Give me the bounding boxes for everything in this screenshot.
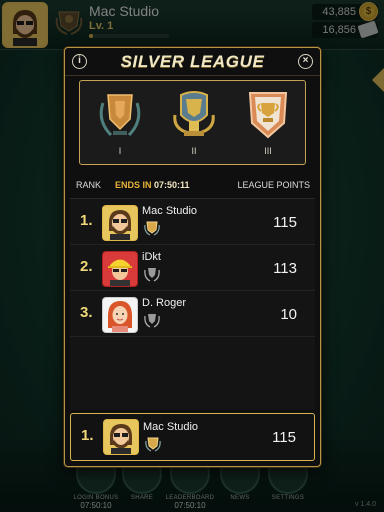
rank-number: 3. <box>80 304 93 321</box>
player-points: 113 <box>273 260 297 277</box>
league-modal: i SILVER LEAGUE × I II III RANK ENDS IN … <box>64 47 321 467</box>
modal-title: SILVER LEAGUE <box>120 52 265 71</box>
close-icon[interactable]: × <box>298 54 313 69</box>
player-name: iDkt <box>142 251 161 263</box>
tier-3[interactable]: III <box>238 85 298 156</box>
leaderboard-list[interactable]: 1. Mac Studio 115 2. iDkt 113 3. D. Roge… <box>70 198 315 410</box>
gold-trophy-icon <box>144 221 160 236</box>
player-points: 10 <box>280 306 297 323</box>
rank-number: 1. <box>80 212 93 229</box>
tier-2[interactable]: II <box>164 85 224 156</box>
tier-label: I <box>118 146 122 156</box>
ends-in-label: ENDS IN <box>115 180 152 190</box>
player-points: 115 <box>272 429 296 446</box>
hardhat-man-avatar[interactable] <box>102 251 138 287</box>
league-tiers-panel: I II III <box>79 80 306 165</box>
gold-trophy-badge-icon <box>173 91 215 136</box>
silver-wreath-icon <box>144 314 160 328</box>
bearded-man-avatar[interactable] <box>102 205 138 241</box>
rank-number: 2. <box>80 258 93 275</box>
player-name: Mac Studio <box>143 421 199 433</box>
bronze-shield-trophy-icon <box>99 94 141 137</box>
tier-1[interactable]: I <box>90 85 150 156</box>
player-name: Mac Studio <box>142 205 198 217</box>
tier-label: III <box>264 146 272 156</box>
current-player-row[interactable]: 1. Mac Studio 115 <box>70 413 315 461</box>
modal-header: i SILVER LEAGUE × <box>65 48 320 76</box>
rank-number: 1. <box>81 427 94 444</box>
redhead-woman-avatar[interactable] <box>102 297 138 333</box>
rose-gold-trophy-shield-icon <box>248 92 288 139</box>
silver-wreath-icon <box>144 268 160 282</box>
tier-label: II <box>191 146 197 156</box>
ends-in-countdown: ENDS IN 07:50:11 <box>115 180 190 190</box>
leaderboard-row[interactable]: 1. Mac Studio 115 <box>70 199 315 245</box>
bearded-man-avatar[interactable] <box>103 419 139 455</box>
leaderboard-row[interactable]: 2. iDkt 113 <box>70 245 315 291</box>
ends-in-time: 07:50:11 <box>154 180 190 190</box>
player-name: D. Roger <box>142 297 187 309</box>
rank-column-header: RANK <box>76 180 102 190</box>
gold-trophy-icon <box>145 437 161 452</box>
player-points: 115 <box>273 214 297 231</box>
league-points-column-header: LEAGUE POINTS <box>237 180 310 190</box>
leaderboard-row[interactable]: 3. D. Roger 10 <box>70 291 315 337</box>
